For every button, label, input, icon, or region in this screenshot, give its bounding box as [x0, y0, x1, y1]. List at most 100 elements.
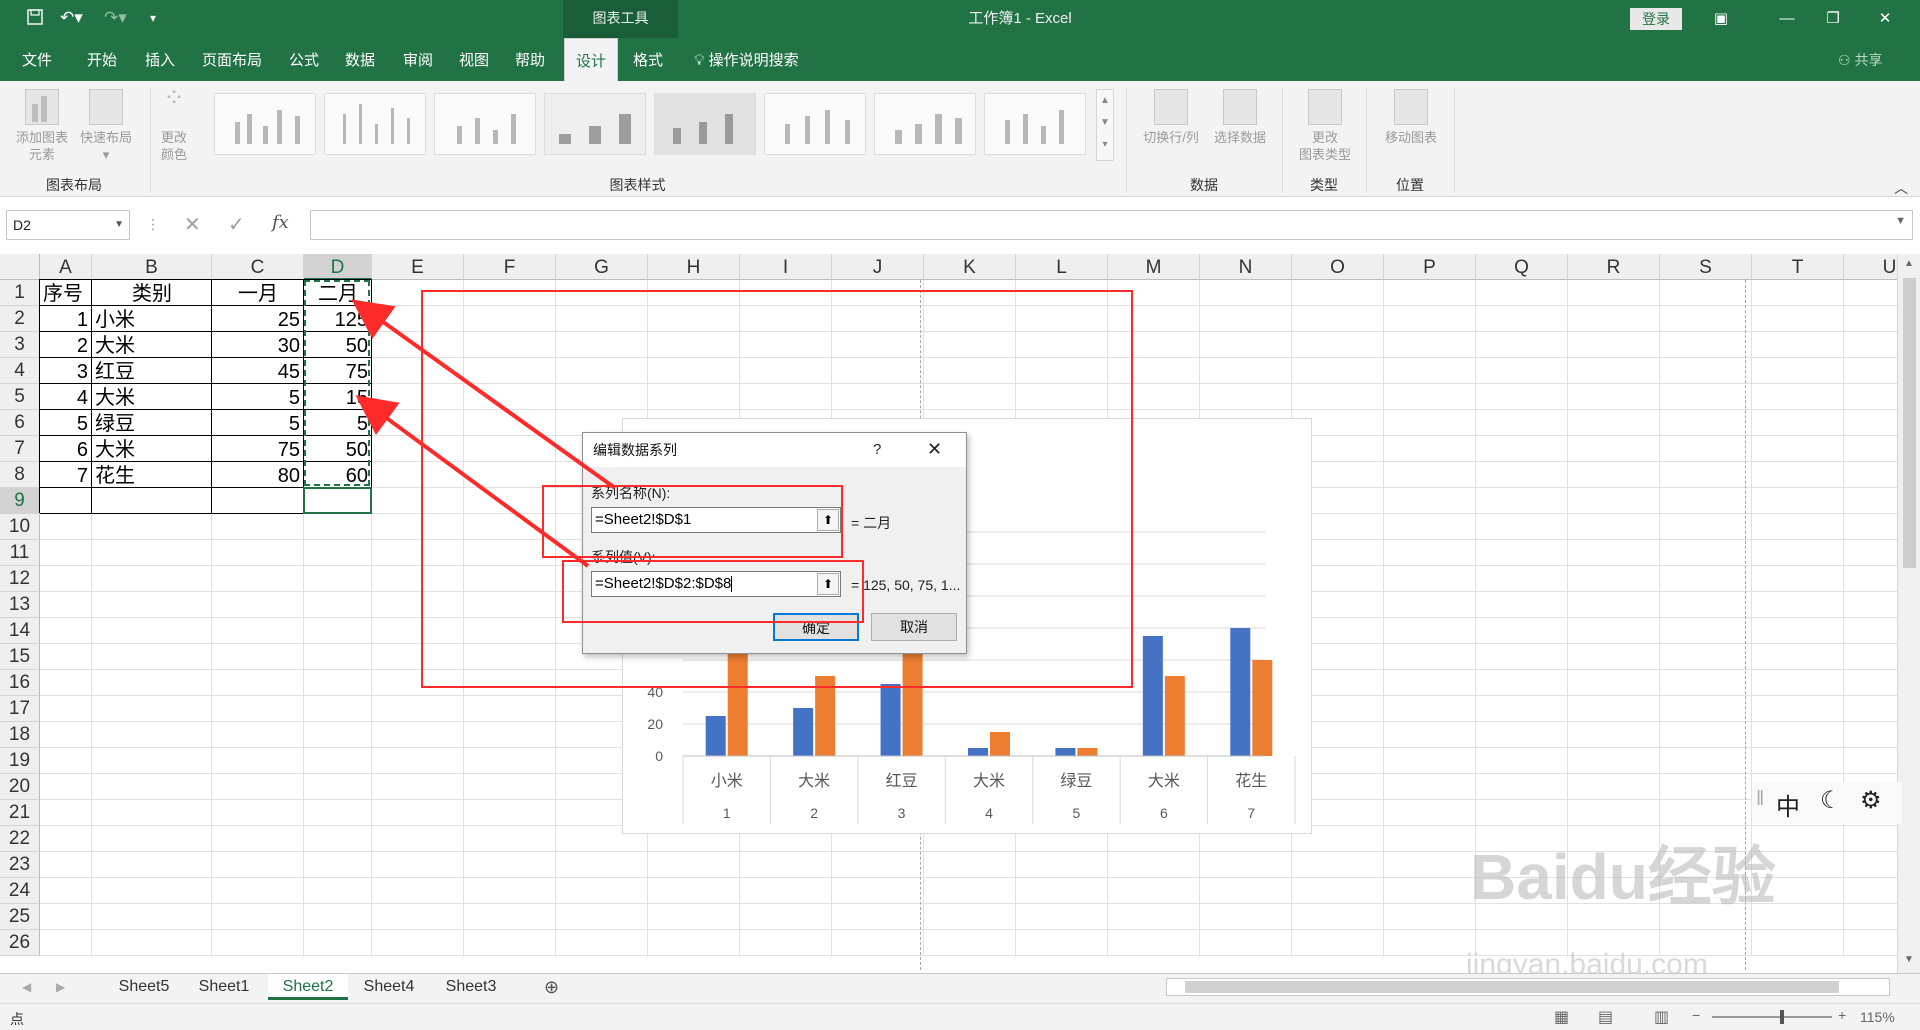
active-cell[interactable]: [303, 487, 372, 514]
prev-sheet-icon[interactable]: ◀: [22, 980, 31, 994]
row-header-24[interactable]: 24: [0, 878, 40, 904]
row-header-15[interactable]: 15: [0, 644, 40, 670]
ime-language-toggle[interactable]: 中: [1776, 787, 1800, 822]
row-header-2[interactable]: 2: [0, 306, 40, 332]
sheet-tab[interactable]: Sheet3: [434, 974, 508, 1000]
table-cell[interactable]: 6: [40, 436, 92, 462]
column-header-m[interactable]: M: [1108, 254, 1200, 280]
column-header-d[interactable]: D: [304, 254, 372, 280]
zoom-in-icon[interactable]: +: [1838, 1007, 1846, 1023]
column-header-a[interactable]: A: [40, 254, 92, 280]
column-header-r[interactable]: R: [1568, 254, 1660, 280]
chart-style-5[interactable]: [654, 93, 756, 155]
more-styles-icon[interactable]: ▾: [1097, 134, 1113, 156]
row-header-26[interactable]: 26: [0, 930, 40, 956]
customize-qat-icon[interactable]: ▾: [150, 8, 156, 28]
tell-me-search[interactable]: 💡︎ 操作说明搜索: [694, 38, 799, 81]
page-layout-view-icon[interactable]: ▤: [1598, 1007, 1613, 1027]
row-header-20[interactable]: 20: [0, 774, 40, 800]
row-header-25[interactable]: 25: [0, 904, 40, 930]
chart-style-2[interactable]: [324, 93, 426, 155]
row-header-23[interactable]: 23: [0, 852, 40, 878]
row-header-14[interactable]: 14: [0, 618, 40, 644]
row-header-10[interactable]: 10: [0, 514, 40, 540]
column-header-q[interactable]: Q: [1476, 254, 1568, 280]
table-cell[interactable]: 5: [40, 410, 92, 436]
row-header-21[interactable]: 21: [0, 800, 40, 826]
scroll-down-icon[interactable]: ▼: [1904, 954, 1914, 965]
zoom-out-icon[interactable]: −: [1692, 1007, 1700, 1023]
table-cell[interactable]: 2: [40, 332, 92, 358]
table-cell[interactable]: 80: [212, 462, 304, 488]
table-cell[interactable]: 5: [212, 410, 304, 436]
normal-view-icon[interactable]: ▦: [1554, 1007, 1569, 1027]
column-header-o[interactable]: O: [1292, 254, 1384, 280]
column-header-i[interactable]: I: [740, 254, 832, 280]
zoom-level[interactable]: 115%: [1860, 1009, 1895, 1025]
table-cell[interactable]: 75: [212, 436, 304, 462]
move-chart-button[interactable]: 移动图表: [1376, 89, 1446, 146]
column-header-e[interactable]: E: [372, 254, 464, 280]
restore-icon[interactable]: ❐: [1810, 0, 1856, 38]
header-cell[interactable]: 序号: [40, 280, 92, 306]
switch-row-col-button[interactable]: 切换行/列: [1138, 89, 1204, 146]
login-button[interactable]: 登录: [1630, 8, 1682, 30]
tab-help[interactable]: 帮助: [506, 38, 554, 81]
row-header-16[interactable]: 16: [0, 670, 40, 696]
scroll-down-icon[interactable]: ▼: [1097, 112, 1113, 134]
table-cell[interactable]: 大米: [92, 332, 212, 358]
save-icon[interactable]: [26, 8, 44, 31]
gear-icon[interactable]: ⚙: [1860, 786, 1882, 815]
row-header-1[interactable]: 1: [0, 280, 40, 306]
row-header-9[interactable]: 9: [0, 488, 40, 514]
styles-scroll[interactable]: ▲ ▼ ▾: [1096, 89, 1114, 161]
row-header-3[interactable]: 3: [0, 332, 40, 358]
chart-style-7[interactable]: [874, 93, 976, 155]
table-cell[interactable]: 大米: [92, 436, 212, 462]
formula-input[interactable]: ▼: [310, 210, 1913, 240]
tab-insert[interactable]: 插入: [136, 38, 184, 81]
table-cell[interactable]: 绿豆: [92, 410, 212, 436]
column-header-k[interactable]: K: [924, 254, 1016, 280]
table-cell[interactable]: 4: [40, 384, 92, 410]
quick-layout-button[interactable]: 快速布局 ▾: [76, 89, 136, 163]
row-header-13[interactable]: 13: [0, 592, 40, 618]
select-all-corner[interactable]: [0, 254, 40, 280]
tab-review[interactable]: 审阅: [394, 38, 442, 81]
column-header-t[interactable]: T: [1752, 254, 1844, 280]
column-header-s[interactable]: S: [1660, 254, 1752, 280]
scroll-thumb[interactable]: [1185, 981, 1839, 993]
tab-design[interactable]: 设计: [564, 38, 618, 81]
row-header-22[interactable]: 22: [0, 826, 40, 852]
tab-view[interactable]: 视图: [450, 38, 498, 81]
next-sheet-icon[interactable]: ▶: [56, 980, 65, 994]
row-header-7[interactable]: 7: [0, 436, 40, 462]
expand-formula-icon[interactable]: ▼: [1895, 215, 1906, 227]
chart-style-8[interactable]: [984, 93, 1086, 155]
table-cell[interactable]: 5: [212, 384, 304, 410]
tab-format[interactable]: 格式: [624, 38, 672, 81]
row-header-11[interactable]: 11: [0, 540, 40, 566]
header-cell[interactable]: 一月: [212, 280, 304, 306]
chart-style-3[interactable]: [434, 93, 536, 155]
table-cell[interactable]: 红豆: [92, 358, 212, 384]
table-cell[interactable]: 1: [40, 306, 92, 332]
vertical-scrollbar[interactable]: ▲ ▼: [1897, 254, 1920, 974]
zoom-slider-thumb[interactable]: [1780, 1010, 1784, 1024]
column-header-f[interactable]: F: [464, 254, 556, 280]
table-cell[interactable]: 25: [212, 306, 304, 332]
column-header-n[interactable]: N: [1200, 254, 1292, 280]
table-cell[interactable]: 7: [40, 462, 92, 488]
redo-icon[interactable]: ↷▾: [104, 8, 127, 28]
moon-icon[interactable]: ☾: [1820, 786, 1842, 815]
select-data-button[interactable]: 选择数据: [1208, 89, 1272, 146]
column-header-l[interactable]: L: [1016, 254, 1108, 280]
change-chart-type-button[interactable]: 更改 图表类型: [1292, 89, 1358, 163]
add-chart-element-button[interactable]: 添加图表 元素: [10, 89, 74, 163]
column-header-p[interactable]: P: [1384, 254, 1476, 280]
zoom-slider[interactable]: [1712, 1010, 1832, 1024]
column-header-c[interactable]: C: [212, 254, 304, 280]
row-header-18[interactable]: 18: [0, 722, 40, 748]
chart-style-4[interactable]: [544, 93, 646, 155]
column-header-b[interactable]: B: [92, 254, 212, 280]
